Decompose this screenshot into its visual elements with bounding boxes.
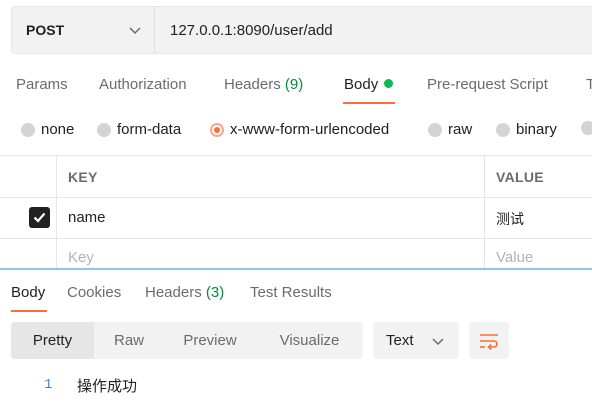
radio-icon xyxy=(428,122,442,137)
tab-tests[interactable]: T xyxy=(586,76,592,93)
pane-resize-divider[interactable] xyxy=(0,268,592,270)
body-type-label: binary xyxy=(516,121,557,138)
tab-pre-request-script[interactable]: Pre-request Script xyxy=(427,76,548,93)
radio-selected-icon xyxy=(210,122,224,137)
response-headers-count: (3) xyxy=(205,284,225,301)
format-select[interactable]: Text xyxy=(373,322,459,359)
tab-headers-count: (9) xyxy=(284,76,304,93)
response-tab-label: Headers xyxy=(145,284,202,301)
table-top-border xyxy=(0,155,592,156)
url-input[interactable]: 127.0.0.1:8090/user/add xyxy=(170,7,333,53)
tab-tests-label: T xyxy=(586,76,592,93)
table-header-border xyxy=(0,197,592,198)
radio-icon xyxy=(581,121,592,135)
table-col-divider xyxy=(484,155,485,268)
radio-icon xyxy=(496,122,510,137)
tab-params[interactable]: Params xyxy=(16,76,68,93)
param-value[interactable]: 测试 xyxy=(496,209,524,229)
request-url-bar: POST 127.0.0.1:8090/user/add xyxy=(11,6,592,54)
response-body-text: 操作成功 xyxy=(77,377,138,395)
response-tab-body[interactable]: Body xyxy=(11,284,45,301)
active-response-tab-indicator xyxy=(11,310,47,312)
wrap-lines-button[interactable] xyxy=(469,322,509,359)
response-tab-test-results[interactable]: Test Results xyxy=(250,284,332,301)
body-type-urlencoded[interactable]: x-www-form-urlencoded xyxy=(210,121,389,138)
column-header-key: KEY xyxy=(68,169,98,185)
body-type-binary[interactable]: binary xyxy=(496,121,557,138)
format-select-value: Text xyxy=(386,332,414,349)
view-mode-segmented: Pretty Raw Preview Visualize xyxy=(11,322,363,359)
checkmark-icon xyxy=(33,212,46,223)
tab-authorization[interactable]: Authorization xyxy=(99,76,187,93)
table-row-border xyxy=(0,238,592,239)
param-key[interactable]: name xyxy=(68,209,106,226)
chevron-down-icon xyxy=(129,27,141,35)
chevron-down-icon xyxy=(432,338,444,346)
tab-headers[interactable]: Headers (9) xyxy=(224,76,303,93)
line-number: 1 xyxy=(44,377,53,393)
table-col-divider xyxy=(56,155,57,268)
response-tab-cookies[interactable]: Cookies xyxy=(67,284,121,301)
response-tab-label: Cookies xyxy=(67,284,122,301)
active-tab-indicator xyxy=(343,102,395,104)
radio-icon xyxy=(21,122,35,137)
method-label: POST xyxy=(26,22,65,38)
view-pretty-button[interactable]: Pretty xyxy=(11,322,94,359)
response-tab-label: Test Results xyxy=(250,284,332,301)
body-status-dot xyxy=(384,79,394,88)
tab-body-label: Body xyxy=(344,76,379,93)
view-visualize-button[interactable]: Visualize xyxy=(256,322,363,359)
new-value-input[interactable]: Value xyxy=(496,249,533,266)
response-tab-label: Body xyxy=(11,284,46,301)
row-enabled-checkbox[interactable] xyxy=(29,207,50,228)
body-type-none[interactable]: none xyxy=(21,121,74,138)
method-select[interactable]: POST xyxy=(12,7,155,53)
body-type-label: raw xyxy=(448,121,473,138)
column-header-value: VALUE xyxy=(496,169,544,185)
body-type-label: x-www-form-urlencoded xyxy=(230,121,390,138)
tab-pre-request-label: Pre-request Script xyxy=(427,76,548,93)
body-type-raw[interactable]: raw xyxy=(428,121,472,138)
tab-body[interactable]: Body xyxy=(344,76,394,93)
body-type-form-data[interactable]: form-data xyxy=(97,121,181,138)
body-type-label: none xyxy=(41,121,75,138)
new-key-input[interactable]: Key xyxy=(68,249,94,266)
wrap-lines-icon xyxy=(480,333,498,350)
view-preview-button[interactable]: Preview xyxy=(164,322,256,359)
tab-authorization-label: Authorization xyxy=(99,76,187,93)
response-tab-headers[interactable]: Headers (3) xyxy=(145,284,224,301)
view-raw-button[interactable]: Raw xyxy=(94,322,164,359)
body-type-label: form-data xyxy=(117,121,182,138)
radio-icon xyxy=(97,122,111,137)
tab-headers-label: Headers xyxy=(224,76,281,93)
body-type-graphql[interactable] xyxy=(581,121,592,135)
tab-params-label: Params xyxy=(16,76,68,93)
